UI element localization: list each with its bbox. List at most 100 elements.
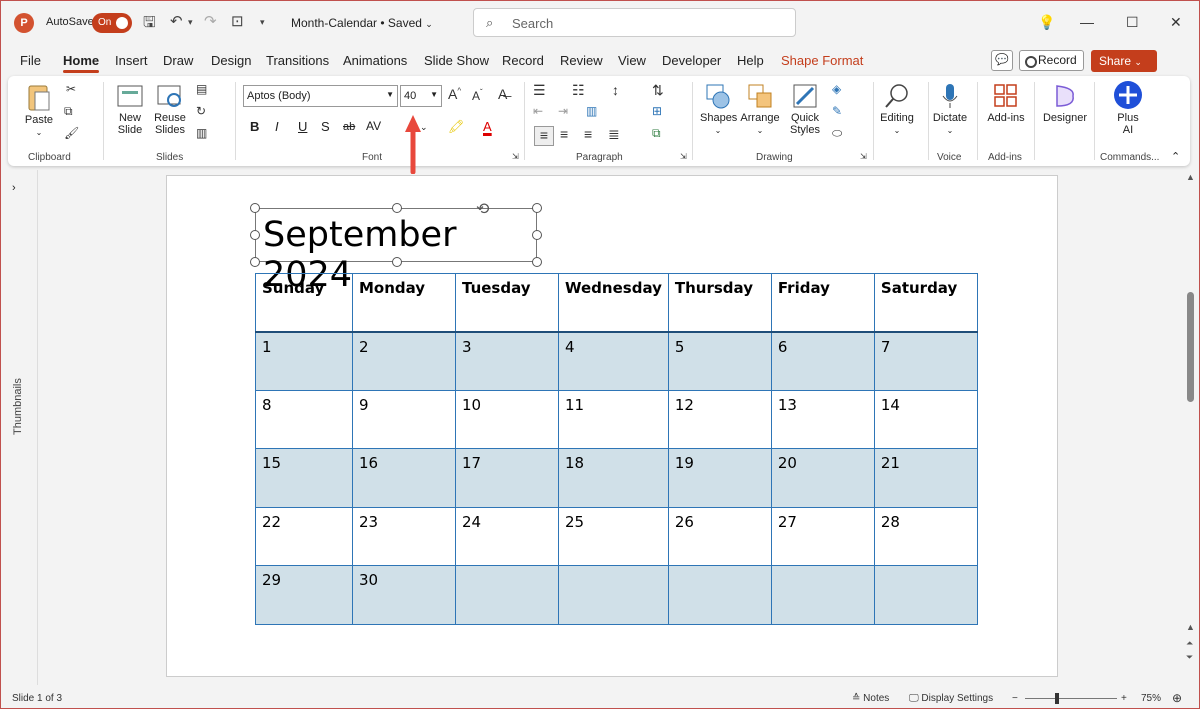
calendar-day-cell[interactable]: 25 <box>558 506 669 566</box>
shape-fill-icon[interactable]: ◈ <box>832 82 841 96</box>
calendar-day-cell[interactable] <box>455 565 559 625</box>
align-right-icon[interactable]: ≡ <box>584 126 592 142</box>
calendar-day-cell[interactable] <box>770 565 875 625</box>
columns-icon[interactable]: ▥ <box>586 104 597 118</box>
resize-handle[interactable] <box>250 230 260 240</box>
editing-button[interactable]: Editing ⌄ <box>876 82 918 136</box>
tab-animations[interactable]: Animations <box>343 53 407 68</box>
layout-icon[interactable]: ▤ <box>196 82 207 96</box>
font-color-icon[interactable]: A <box>483 119 492 134</box>
designer-button[interactable]: Designer <box>1040 82 1090 124</box>
new-slide-button[interactable]: New Slide <box>112 82 148 136</box>
tab-developer[interactable]: Developer <box>662 53 721 68</box>
chevron-right-icon[interactable]: › <box>12 182 16 194</box>
calendar-day-cell[interactable]: 4 <box>558 331 669 391</box>
title-textbox[interactable]: ⟲ September 2024 <box>250 201 542 295</box>
clear-formatting-icon[interactable]: A̶ <box>498 86 507 102</box>
dictate-button[interactable]: Dictate ⌄ <box>930 82 970 136</box>
calendar-day-cell[interactable]: 6 <box>770 331 875 391</box>
resize-handle[interactable] <box>532 257 542 267</box>
calendar-day-cell[interactable]: 10 <box>455 389 559 449</box>
weekday-header[interactable]: Saturday <box>873 273 978 333</box>
tab-review[interactable]: Review <box>560 53 603 68</box>
calendar-day-cell[interactable] <box>558 565 669 625</box>
shape-effects-icon[interactable]: ⬭ <box>832 126 842 141</box>
quick-styles-button[interactable]: Quick Styles <box>786 82 824 136</box>
share-button[interactable]: Share ⌄ <box>1091 50 1157 72</box>
minimize-icon[interactable]: — <box>1080 14 1094 30</box>
slide-canvas[interactable]: ⟲ September 2024 Sunday Monday Tuesday Wedn… <box>166 175 1058 677</box>
notes-button[interactable]: ≙ Notes <box>852 693 889 704</box>
redo-icon[interactable]: ↷ <box>204 12 217 30</box>
calendar-day-cell[interactable]: 23 <box>352 506 456 566</box>
shadow-button[interactable]: S <box>321 119 330 134</box>
collapse-ribbon-icon[interactable]: ⌃ <box>1171 150 1180 163</box>
line-spacing-icon[interactable]: ↕ <box>612 82 619 98</box>
weekday-header[interactable]: Thursday <box>667 273 772 333</box>
calendar-day-cell[interactable] <box>873 565 978 625</box>
next-slide-icon[interactable]: ⏷ <box>1186 652 1193 663</box>
calendar-day-cell[interactable]: 22 <box>255 506 353 566</box>
text-direction-icon[interactable]: ⇅ <box>652 82 664 99</box>
tab-design[interactable]: Design <box>211 53 251 68</box>
weekday-header[interactable]: Sunday <box>255 273 353 333</box>
search-box[interactable]: ⌕ Search <box>473 8 796 37</box>
tab-help[interactable]: Help <box>737 53 764 68</box>
copy-icon[interactable]: ⧉ <box>64 104 73 119</box>
resize-handle[interactable] <box>532 203 542 213</box>
weekday-header[interactable]: Tuesday <box>455 273 559 333</box>
previous-slide-icon[interactable]: ⏶ <box>1186 638 1193 649</box>
character-spacing-button[interactable]: AV <box>366 119 381 133</box>
comments-button[interactable]: 💬 <box>991 50 1013 71</box>
thumbnails-pane[interactable]: › Thumbnails <box>0 170 38 685</box>
font-name-input[interactable]: Aptos (Body) ▼ <box>243 85 398 107</box>
calendar-day-cell[interactable]: 17 <box>455 448 559 508</box>
increase-indent-icon[interactable]: ⇥ <box>558 104 568 118</box>
font-dialog-launcher-icon[interactable]: ⇲ <box>512 152 519 161</box>
reset-icon[interactable]: ↻ <box>196 104 206 118</box>
add-ins-button[interactable]: Add-ins <box>984 82 1028 124</box>
tab-slide-show[interactable]: Slide Show <box>424 53 489 68</box>
calendar-day-cell[interactable]: 27 <box>770 506 875 566</box>
calendar-day-cell[interactable]: 16 <box>352 448 456 508</box>
autosave-toggle[interactable]: On <box>92 13 132 33</box>
calendar-day-cell[interactable]: 29 <box>255 565 353 625</box>
resize-handle[interactable] <box>532 230 542 240</box>
calendar-table[interactable]: Sunday Monday Tuesday Wednesday Thursday Frid… <box>255 273 978 625</box>
cut-icon[interactable]: ✂ <box>66 82 76 96</box>
save-icon[interactable]: 🖫 <box>143 12 156 37</box>
justify-icon[interactable]: ≣ <box>608 126 620 143</box>
present-icon[interactable]: ⊡ <box>231 12 244 30</box>
calendar-day-cell[interactable]: 2 <box>352 331 456 391</box>
shape-outline-icon[interactable]: ✎ <box>832 104 842 118</box>
calendar-day-cell[interactable]: 3 <box>455 331 559 391</box>
align-left-icon[interactable]: ≡ <box>534 126 554 146</box>
paragraph-dialog-launcher-icon[interactable]: ⇲ <box>680 152 687 161</box>
record-button[interactable]: Record <box>1019 50 1084 71</box>
calendar-day-cell[interactable]: 14 <box>873 389 978 449</box>
zoom-level[interactable]: 75% <box>1141 693 1161 704</box>
calendar-day-cell[interactable]: 1 <box>255 331 353 391</box>
decrease-indent-icon[interactable]: ⇤ <box>533 104 543 118</box>
tab-file[interactable]: File <box>20 53 41 68</box>
calendar-day-cell[interactable]: 7 <box>873 331 978 391</box>
strikethrough-button[interactable]: ab <box>343 121 355 133</box>
scroll-up-icon[interactable]: ▲ <box>1186 172 1195 182</box>
weekday-header[interactable]: Wednesday <box>558 273 669 333</box>
vertical-scrollbar[interactable]: ▲ ▲ ⏶ ⏷ <box>1184 170 1198 685</box>
calendar-day-cell[interactable]: 9 <box>352 389 456 449</box>
align-text-icon[interactable]: ⊞ <box>652 104 662 118</box>
calendar-day-cell[interactable] <box>667 565 772 625</box>
close-icon[interactable]: ✕ <box>1170 14 1182 31</box>
shrink-font-icon[interactable]: Aˇ <box>472 88 483 103</box>
paste-button[interactable]: Paste ⌄ <box>22 82 56 138</box>
tab-view[interactable]: View <box>618 53 646 68</box>
bold-button[interactable]: B <box>250 119 259 134</box>
grow-font-icon[interactable]: A^ <box>448 86 461 102</box>
resize-handle[interactable] <box>250 257 260 267</box>
calendar-day-cell[interactable]: 12 <box>667 389 772 449</box>
weekday-header[interactable]: Monday <box>352 273 456 333</box>
calendar-day-cell[interactable]: 15 <box>255 448 353 508</box>
calendar-day-cell[interactable]: 21 <box>873 448 978 508</box>
undo-icon[interactable]: ↶ <box>170 12 183 30</box>
